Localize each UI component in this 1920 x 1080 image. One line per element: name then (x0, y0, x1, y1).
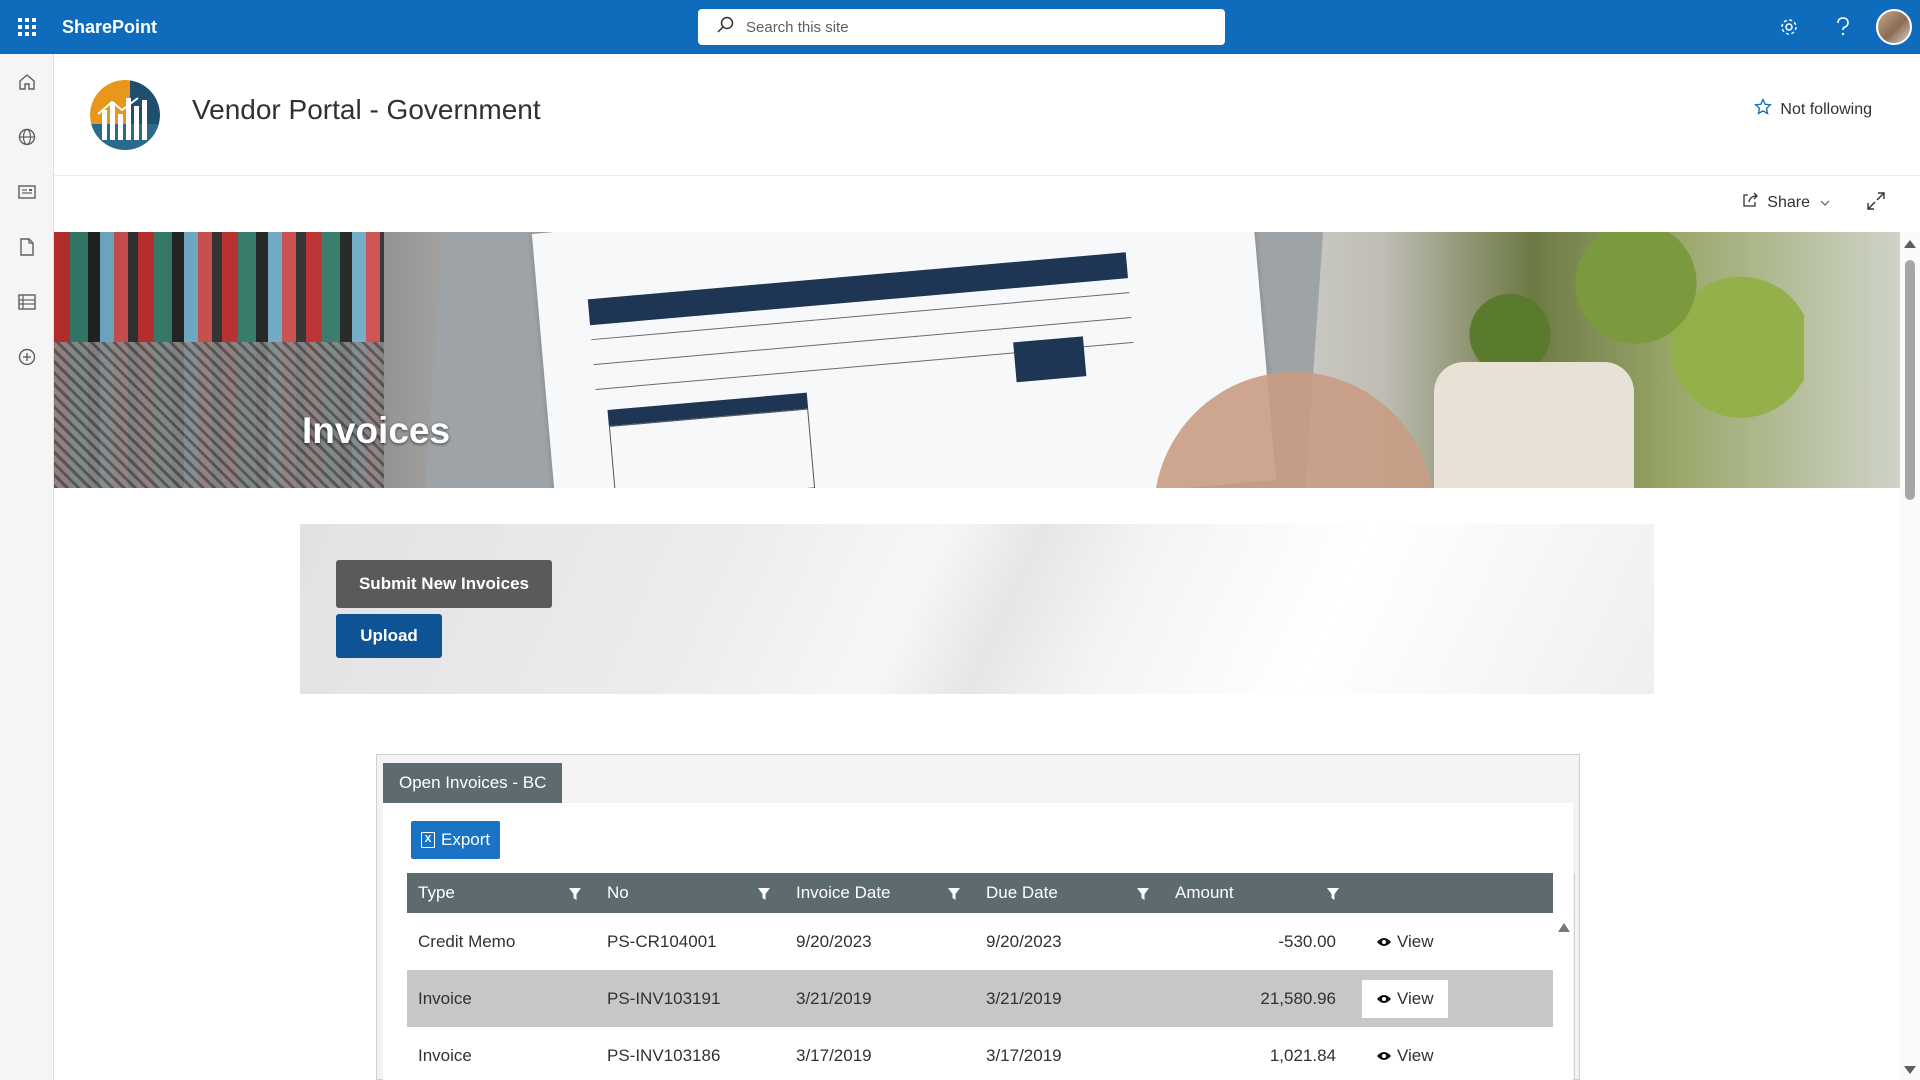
table-row[interactable]: Invoice PS-INV103191 3/21/2019 3/21/2019… (407, 970, 1553, 1027)
cell-type: Credit Memo (418, 931, 516, 951)
scroll-up-arrow-icon[interactable] (1904, 240, 1916, 248)
cell-amount: -530.00 (1278, 931, 1336, 951)
open-invoices-widget: Open Invoices - BC X Export Type No Invo… (376, 754, 1580, 1080)
cell-invoice-date: 3/21/2019 (796, 988, 872, 1008)
grid-rows: Credit Memo PS-CR104001 9/20/2023 9/20/2… (407, 913, 1553, 1080)
column-label: No (607, 883, 629, 902)
cell-amount: 21,580.96 (1260, 988, 1336, 1008)
action-panel: Submit New Invoices Upload (300, 524, 1654, 694)
invoices-grid: Type No Invoice Date Due Date Amount Cre… (407, 873, 1575, 1080)
column-label: Invoice Date (796, 883, 891, 902)
column-header-type[interactable]: Type (407, 873, 596, 913)
widget-body: X Export Type No Invoice Date Due Date A… (383, 803, 1575, 1080)
app-launcher-waffle-icon[interactable] (0, 0, 54, 54)
grid-scrollbar[interactable] (1553, 913, 1575, 1080)
scroll-thumb[interactable] (1905, 260, 1915, 500)
cell-due-date: 3/17/2019 (986, 1045, 1062, 1065)
list-icon[interactable] (0, 274, 54, 329)
add-icon[interactable] (0, 329, 54, 384)
view-button[interactable]: View (1362, 979, 1448, 1018)
cell-amount: 1,021.84 (1269, 1045, 1336, 1065)
submit-new-invoices-button[interactable]: Submit New Invoices (336, 560, 552, 608)
grid-header: Type No Invoice Date Due Date Amount (407, 873, 1553, 913)
cell-invoice-date: 9/20/2023 (796, 931, 872, 951)
export-label: Export (441, 830, 491, 849)
table-row[interactable]: Credit Memo PS-CR104001 9/20/2023 9/20/2… (407, 913, 1553, 970)
column-label: Amount (1175, 883, 1234, 902)
column-label: Due Date (986, 883, 1058, 902)
chevron-down-icon (1820, 194, 1830, 212)
user-avatar[interactable] (1876, 9, 1912, 45)
filter-icon[interactable] (1136, 886, 1150, 906)
view-button[interactable]: View (1362, 923, 1448, 961)
cell-no: PS-INV103186 (607, 1045, 721, 1065)
view-button[interactable]: View (1362, 1037, 1448, 1075)
sharepoint-brand-link[interactable]: SharePoint (62, 17, 157, 38)
view-label: View (1397, 1045, 1434, 1065)
globe-icon[interactable] (0, 109, 54, 164)
app-bar (0, 54, 54, 1080)
view-label: View (1397, 931, 1434, 951)
share-label: Share (1767, 193, 1810, 211)
share-button[interactable]: Share (1741, 191, 1830, 214)
follow-button[interactable]: Not following (1754, 97, 1872, 121)
home-icon[interactable] (0, 54, 54, 109)
search-input[interactable] (746, 18, 1206, 36)
suite-bar: SharePoint (0, 0, 1920, 54)
help-icon[interactable] (1816, 0, 1870, 54)
filter-icon[interactable] (947, 886, 961, 906)
table-row[interactable]: Invoice PS-INV103186 3/17/2019 3/17/2019… (407, 1027, 1553, 1080)
expand-icon[interactable] (1866, 191, 1886, 216)
cell-type: Invoice (418, 1045, 472, 1065)
site-header: Vendor Portal - Government Not following (54, 54, 1920, 176)
site-logo[interactable] (90, 80, 160, 150)
cell-invoice-date: 3/17/2019 (796, 1045, 872, 1065)
share-icon (1741, 191, 1759, 214)
eye-icon (1376, 932, 1392, 952)
command-bar: Share (54, 177, 1920, 231)
column-header-due-date[interactable]: Due Date (975, 873, 1164, 913)
column-header-no[interactable]: No (596, 873, 785, 913)
cell-due-date: 9/20/2023 (986, 931, 1062, 951)
hero-title: Invoices (302, 410, 451, 451)
filter-icon[interactable] (568, 886, 582, 906)
pot-decoration (1434, 362, 1634, 488)
cell-no: PS-CR104001 (607, 931, 717, 951)
cell-type: Invoice (418, 988, 472, 1008)
export-button[interactable]: X Export (411, 821, 501, 859)
eye-icon (1376, 1046, 1392, 1066)
view-label: View (1397, 988, 1434, 1008)
settings-gear-icon[interactable] (1762, 0, 1816, 54)
page-scrollbar[interactable] (1900, 232, 1920, 1080)
news-icon[interactable] (0, 164, 54, 219)
cell-no: PS-INV103191 (607, 988, 721, 1008)
column-label: Type (418, 883, 455, 902)
filter-icon[interactable] (1326, 886, 1340, 906)
column-header-amount[interactable]: Amount (1164, 873, 1354, 913)
column-header-invoice-date[interactable]: Invoice Date (785, 873, 975, 913)
site-title[interactable]: Vendor Portal - Government (192, 94, 541, 126)
grid-scroll-up-icon[interactable] (1558, 923, 1570, 932)
column-header-actions (1354, 873, 1553, 913)
tab-open-invoices[interactable]: Open Invoices - BC (383, 763, 563, 803)
search-icon (716, 16, 734, 39)
document-icon[interactable] (0, 219, 54, 274)
excel-icon: X (421, 832, 435, 848)
scroll-down-arrow-icon[interactable] (1904, 1066, 1916, 1074)
filter-icon[interactable] (757, 886, 771, 906)
follow-label: Not following (1780, 100, 1872, 118)
invoice-document-decoration (531, 232, 1277, 488)
site-search-box[interactable] (698, 9, 1225, 45)
star-icon (1754, 97, 1773, 121)
upload-button[interactable]: Upload (336, 614, 442, 658)
cell-due-date: 3/21/2019 (986, 988, 1062, 1008)
eye-icon (1376, 989, 1392, 1009)
